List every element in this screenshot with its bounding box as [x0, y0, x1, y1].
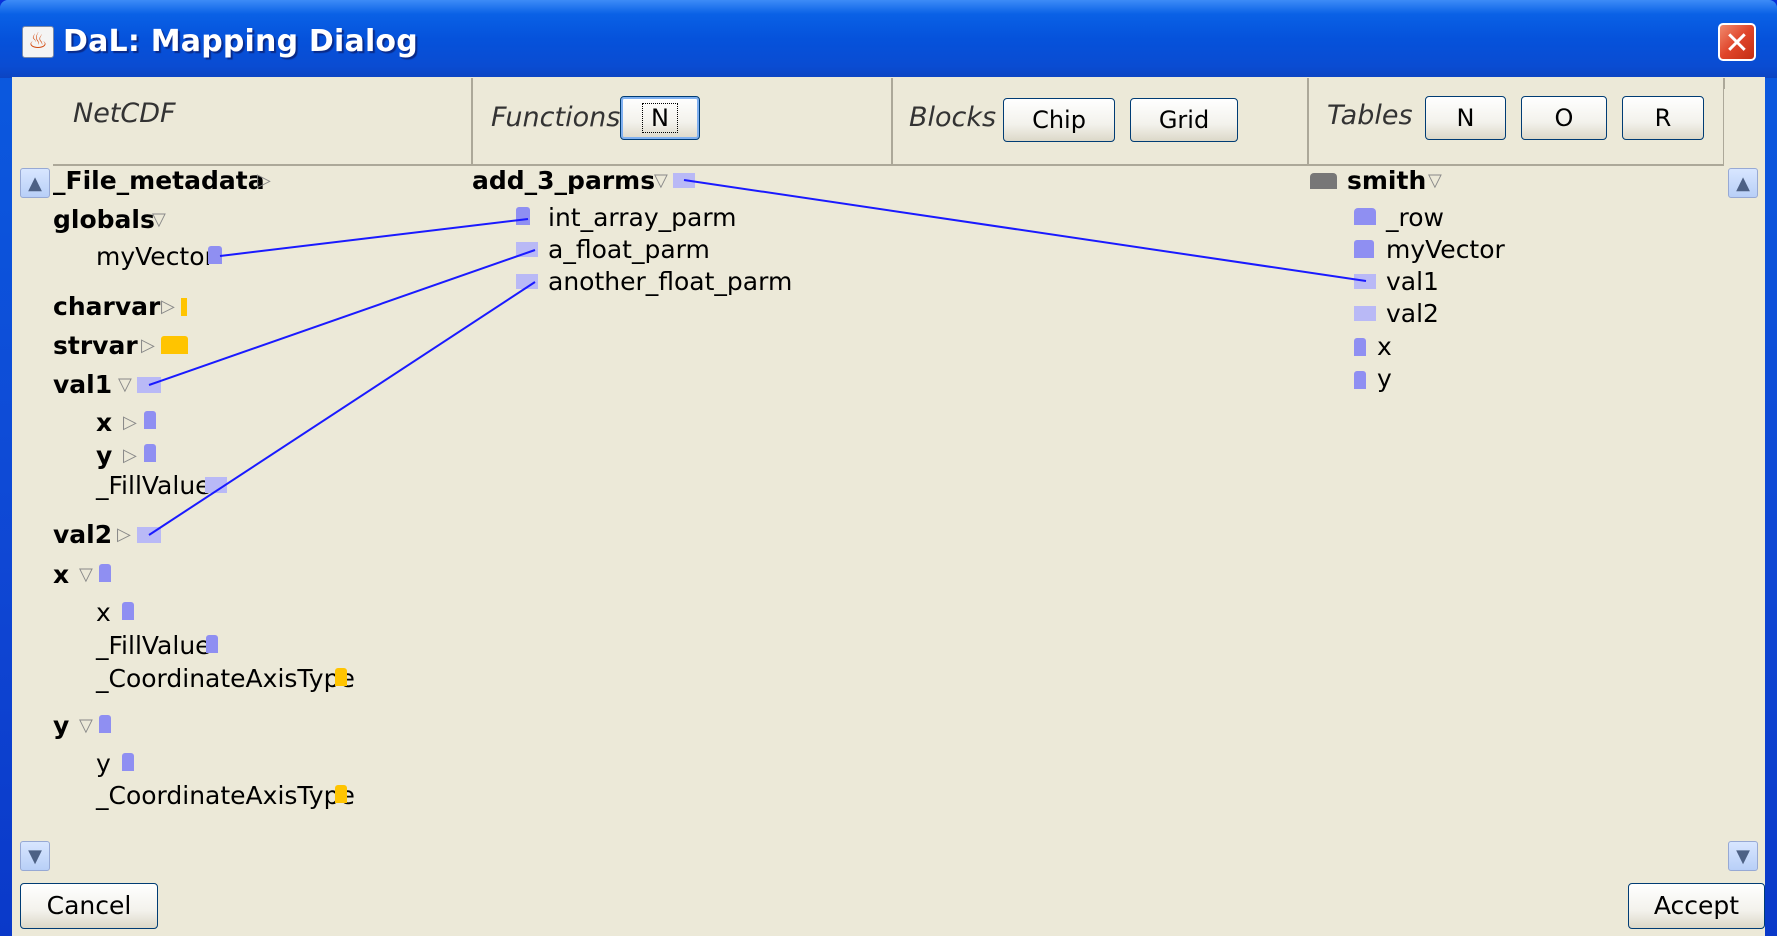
- array-type-icon: [208, 246, 222, 264]
- functions-new-button[interactable]: N: [620, 96, 700, 140]
- blocks-label: Blocks: [909, 102, 997, 133]
- window-title: DaL: Mapping Dialog: [63, 24, 418, 59]
- expanded-triangle-icon[interactable]: ▽: [79, 564, 93, 585]
- table-field-y[interactable]: y: [1377, 364, 1392, 393]
- tree-node-x-axistype[interactable]: _CoordinateAxisType: [96, 664, 355, 693]
- tree-node-another-float-parm[interactable]: another_float_parm: [548, 267, 792, 296]
- mapping-dialog-window: ♨ DaL: Mapping Dialog ✕ NetCDF Functions…: [0, 0, 1777, 936]
- right-scroll-up-icon[interactable]: ▲: [1728, 168, 1758, 198]
- tree-node-x-fillvalue[interactable]: _FillValue: [96, 631, 211, 660]
- int-type-icon: [144, 411, 156, 429]
- tree-node-globals[interactable]: globals: [53, 205, 155, 234]
- tree-node-file-metadata[interactable]: _File_metadata: [53, 166, 265, 195]
- close-button[interactable]: ✕: [1718, 23, 1756, 61]
- tree-node-add-3-parms[interactable]: add_3_parms: [472, 166, 655, 195]
- tree-node-val2[interactable]: val2: [53, 520, 112, 549]
- collapsed-triangle-icon[interactable]: ▷: [123, 412, 137, 433]
- function-type-icon: [673, 173, 695, 188]
- left-scroll-up-icon[interactable]: ▲: [20, 168, 50, 198]
- table-icon: [1310, 173, 1337, 189]
- grid-button[interactable]: Grid: [1130, 98, 1238, 142]
- accept-button[interactable]: Accept: [1628, 883, 1765, 929]
- row-type-icon: [1354, 208, 1376, 225]
- array-type-icon: [516, 207, 530, 225]
- int-type-icon: [99, 715, 111, 733]
- int-type-icon: [144, 444, 156, 462]
- float-type-icon: [1354, 306, 1376, 321]
- int-type-icon: [206, 635, 218, 653]
- expanded-triangle-icon[interactable]: ▽: [1428, 170, 1442, 191]
- expanded-triangle-icon[interactable]: ▽: [152, 209, 166, 230]
- tables-r-button[interactable]: R: [1622, 96, 1704, 140]
- int-type-icon: [1354, 338, 1366, 356]
- tables-label: Tables: [1327, 100, 1413, 131]
- struct-type-icon: [137, 527, 161, 543]
- collapsed-triangle-icon[interactable]: ▷: [117, 524, 131, 545]
- int-type-icon: [1354, 371, 1366, 389]
- tree-node-val1-x[interactable]: x: [96, 408, 112, 437]
- struct-type-icon: [137, 377, 161, 393]
- float-type-icon: [516, 274, 538, 289]
- table-field-val2[interactable]: val2: [1386, 299, 1439, 328]
- table-field-x[interactable]: x: [1377, 332, 1392, 361]
- tree-node-smith[interactable]: smith: [1347, 166, 1426, 195]
- table-field-myvector[interactable]: myVector: [1386, 235, 1505, 264]
- cancel-button[interactable]: Cancel: [20, 883, 158, 929]
- tree-node-int-array-parm[interactable]: int_array_parm: [548, 203, 737, 232]
- tables-header: Tables N O R: [1309, 78, 1725, 166]
- tree-node-y-axistype[interactable]: _CoordinateAxisType: [96, 781, 355, 810]
- expanded-triangle-icon[interactable]: ▽: [79, 715, 93, 736]
- collapsed-triangle-icon[interactable]: ▷: [161, 296, 175, 317]
- int-type-icon: [99, 564, 111, 582]
- tree-node-val1-y[interactable]: y: [96, 441, 112, 470]
- collapsed-triangle-icon[interactable]: ▷: [257, 170, 271, 191]
- float-type-icon: [205, 477, 227, 493]
- float-type-icon: [1354, 274, 1376, 289]
- chip-button[interactable]: Chip: [1003, 98, 1115, 142]
- tree-node-val1-fillvalue[interactable]: _FillValue: [96, 471, 211, 500]
- functions-label: Functions: [491, 102, 621, 133]
- float-type-icon: [516, 242, 538, 257]
- right-scrollbar[interactable]: ▲ ▼: [1724, 89, 1765, 871]
- table-field-val1[interactable]: val1: [1386, 267, 1439, 296]
- tree-node-y[interactable]: y: [53, 711, 69, 740]
- tree-node-myvector[interactable]: myVector: [96, 242, 215, 271]
- array-type-icon: [1354, 240, 1374, 258]
- tree-node-val1[interactable]: val1: [53, 370, 112, 399]
- left-scroll-down-icon[interactable]: ▼: [20, 841, 50, 871]
- char-type-icon: [181, 298, 187, 316]
- string-type-icon: [335, 668, 347, 686]
- tables-o-button[interactable]: O: [1521, 96, 1607, 140]
- tree-node-a-float-parm[interactable]: a_float_parm: [548, 235, 710, 264]
- netcdf-label: NetCDF: [73, 98, 176, 129]
- expanded-triangle-icon[interactable]: ▽: [118, 374, 132, 395]
- tree-node-x[interactable]: x: [53, 560, 69, 589]
- int-type-icon: [122, 602, 134, 620]
- functions-header: Functions N: [473, 78, 893, 166]
- tree-node-x-x[interactable]: x: [96, 598, 111, 627]
- table-field-row[interactable]: _row: [1386, 203, 1444, 232]
- netcdf-header: NetCDF: [53, 78, 473, 166]
- title-bar[interactable]: ♨ DaL: Mapping Dialog ✕: [0, 0, 1777, 78]
- int-type-icon: [122, 753, 134, 771]
- blocks-header: Blocks Chip Grid: [893, 78, 1309, 166]
- left-scrollbar[interactable]: ▲ ▼: [12, 89, 53, 871]
- string-type-icon: [335, 785, 347, 803]
- tree-node-charvar[interactable]: charvar: [53, 292, 160, 321]
- tree-node-y-y[interactable]: y: [96, 749, 111, 778]
- right-scroll-down-icon[interactable]: ▼: [1728, 841, 1758, 871]
- string-type-icon: [161, 336, 188, 354]
- tree-node-strvar[interactable]: strvar: [53, 331, 138, 360]
- tables-n-button[interactable]: N: [1425, 96, 1506, 140]
- collapsed-triangle-icon[interactable]: ▷: [123, 445, 137, 466]
- collapsed-triangle-icon[interactable]: ▷: [141, 335, 155, 356]
- java-app-icon: ♨: [22, 26, 54, 58]
- expanded-triangle-icon[interactable]: ▽: [654, 170, 668, 191]
